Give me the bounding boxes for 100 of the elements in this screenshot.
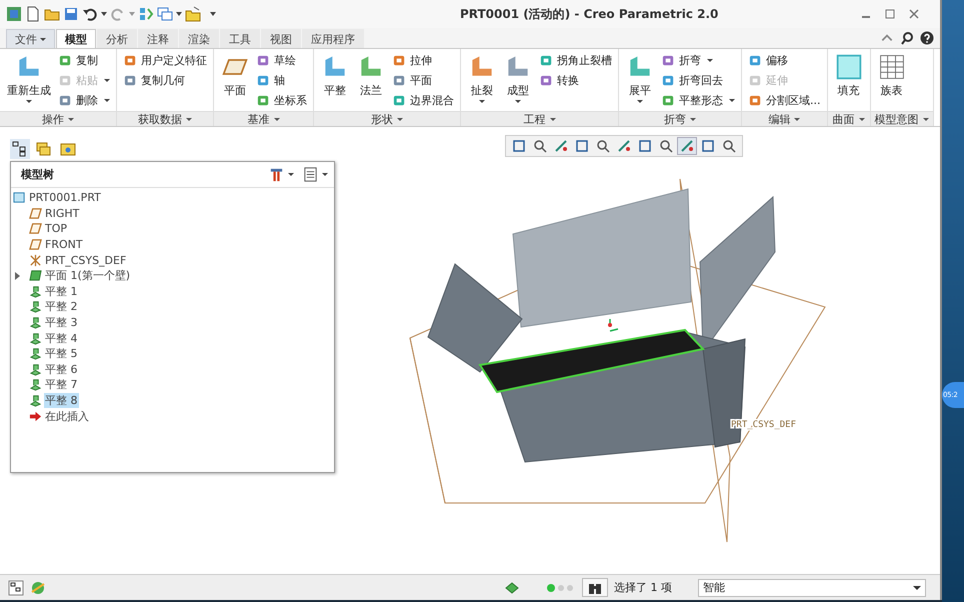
- ribbon-tab[interactable]: 视图: [261, 29, 301, 48]
- tree-icon[interactable]: [8, 580, 24, 596]
- tree-item[interactable]: 在此插入: [44, 408, 90, 424]
- ribbon-tab[interactable]: 工具: [220, 29, 260, 48]
- tree-item[interactable]: 平整 1: [44, 284, 78, 299]
- ribbon-button[interactable]: 平整: [318, 51, 352, 100]
- close-icon[interactable]: [908, 8, 920, 20]
- ribbon-button[interactable]: 平整形态: [659, 91, 737, 109]
- panel-title: 模型树: [21, 167, 54, 182]
- tree-item[interactable]: PRT0001.PRT: [28, 191, 102, 204]
- undo-icon[interactable]: [82, 6, 98, 22]
- tree-item[interactable]: 平整 3: [44, 315, 78, 330]
- tree-item[interactable]: 平整 2: [44, 299, 78, 314]
- find-button[interactable]: [582, 578, 608, 597]
- selection-filter-dropdown[interactable]: 智能: [698, 578, 926, 596]
- ribbon-tab[interactable]: 应用程序: [302, 29, 364, 48]
- group-menu-button[interactable]: 工程: [461, 111, 618, 126]
- ribbon-button[interactable]: 删除: [56, 91, 112, 109]
- ribbon-button[interactable]: 平面: [390, 71, 456, 89]
- sheet-icon: [29, 362, 42, 376]
- group-menu-button[interactable]: 操作: [0, 111, 116, 126]
- ribbon-button[interactable]: 边界混合: [390, 91, 456, 109]
- ribbon-tab[interactable]: 分析: [97, 29, 137, 48]
- ribbon-tab[interactable]: 注释: [138, 29, 178, 48]
- ribbon-button[interactable]: 法兰: [354, 51, 388, 100]
- search-icon[interactable]: [900, 31, 914, 45]
- ribbon-button[interactable]: 拐角止裂槽: [537, 51, 614, 69]
- ribbon-button[interactable]: 轴: [254, 71, 309, 89]
- ribbon-button[interactable]: 扯裂: [465, 51, 499, 105]
- caret-icon: [515, 100, 521, 103]
- group-menu-button[interactable]: 获取数据: [117, 111, 213, 126]
- ribbon-button[interactable]: 展平: [623, 51, 657, 105]
- tree-item[interactable]: FRONT: [44, 238, 84, 252]
- expand-arrow-icon[interactable]: [15, 272, 20, 280]
- tree-icon[interactable]: [10, 139, 30, 159]
- tree-item[interactable]: 平面 1(第一个壁): [44, 268, 132, 284]
- tree-item[interactable]: 平整 5: [44, 346, 78, 362]
- file-menu-button[interactable]: 文件: [6, 29, 55, 48]
- folder-icon[interactable]: [185, 6, 201, 22]
- ribbon-tab[interactable]: 渲染: [179, 29, 219, 48]
- parallelogram-icon: [29, 238, 42, 252]
- ribbon-button[interactable]: 草绘: [254, 51, 309, 69]
- ribbon-button[interactable]: 拉伸: [390, 51, 456, 69]
- group-menu-button[interactable]: 形状: [314, 111, 460, 126]
- group-menu-button[interactable]: 折弯: [619, 111, 741, 126]
- group-menu-button[interactable]: 编辑: [742, 111, 826, 126]
- maximize-icon[interactable]: [884, 8, 896, 20]
- tree-item[interactable]: 平整 4: [44, 330, 78, 346]
- ribbon-button[interactable]: 复制几何: [121, 71, 209, 89]
- group-menu-button[interactable]: 基准: [214, 111, 313, 126]
- group-menu-button[interactable]: 模型意图: [870, 111, 932, 126]
- ribbon-button[interactable]: 分割区域...: [746, 91, 822, 109]
- sheet-icon: [29, 269, 42, 282]
- tool-icon: [878, 53, 906, 81]
- list-icon[interactable]: [302, 166, 319, 183]
- ribbon-button[interactable]: 折弯: [659, 51, 737, 69]
- ribbon-button[interactable]: 成型: [501, 51, 535, 105]
- tree-item[interactable]: RIGHT: [44, 206, 80, 220]
- sheet-icon[interactable]: [504, 580, 520, 596]
- sheet-icon: [29, 300, 42, 314]
- ribbon-button[interactable]: 填充: [832, 51, 866, 100]
- windows-icon[interactable]: [157, 6, 173, 22]
- ribbon-button[interactable]: 转换: [537, 71, 614, 89]
- ribbon-button[interactable]: 偏移: [746, 51, 822, 69]
- ribbon-button[interactable]: 族表: [874, 51, 908, 100]
- sheet-icon: [29, 378, 42, 392]
- ribbon-button[interactable]: 用户定义特征: [121, 51, 209, 69]
- ribbon-button[interactable]: 坐标系: [254, 91, 309, 109]
- ribbon-button[interactable]: 平面: [218, 51, 252, 100]
- tree-item[interactable]: 平整 8: [44, 393, 78, 408]
- caret-icon: [479, 100, 485, 103]
- save-icon[interactable]: [63, 6, 79, 22]
- tree-item[interactable]: 平整 7: [44, 377, 78, 392]
- ribbon-button[interactable]: 重新生成: [4, 51, 54, 105]
- status-lights-icon: [546, 582, 576, 592]
- tree-item[interactable]: PRT_CSYS_DEF: [44, 254, 128, 267]
- caret-icon[interactable]: [322, 173, 328, 176]
- caret-icon[interactable]: [101, 12, 107, 16]
- caret-icon[interactable]: [210, 12, 216, 16]
- ribbon-button[interactable]: 折弯回去: [659, 71, 737, 89]
- caret-icon: [707, 58, 713, 62]
- group-menu-button[interactable]: 曲面: [828, 111, 870, 126]
- app-icon[interactable]: [6, 6, 22, 22]
- tree-item[interactable]: 平整 6: [44, 362, 78, 377]
- tool-icon: [834, 53, 862, 81]
- sheet-icon: [29, 332, 42, 345]
- tree-item[interactable]: TOP: [44, 222, 68, 236]
- help-icon[interactable]: [920, 31, 934, 45]
- new-file-icon[interactable]: [25, 6, 41, 22]
- sheet-icon: [29, 284, 42, 298]
- caret-icon[interactable]: [176, 12, 182, 16]
- sheet-icon: [29, 394, 42, 408]
- caret-icon[interactable]: [288, 173, 294, 176]
- ribbon-tab[interactable]: 模型: [56, 29, 96, 48]
- caret-icon: [729, 98, 735, 102]
- view-tool-button[interactable]: [677, 137, 697, 155]
- selection-count: 选择了 1 项: [614, 580, 672, 595]
- ribbon-button[interactable]: 复制: [56, 51, 112, 69]
- sheet-icon: [29, 316, 42, 330]
- parallelogram-icon: [29, 206, 42, 220]
